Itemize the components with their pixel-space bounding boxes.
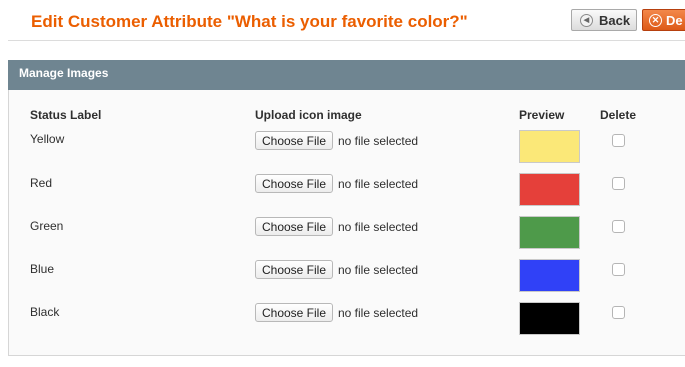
preview-swatch-red [519, 173, 580, 206]
row-label-yellow: Yellow [30, 132, 65, 146]
preview-swatch-yellow [519, 130, 580, 163]
preview-swatch-blue [519, 259, 580, 292]
file-status-yellow: no file selected [338, 134, 419, 148]
choose-file-button-green[interactable]: Choose File [255, 217, 333, 236]
row-label-black: Black [30, 305, 60, 319]
file-status-blue: no file selected [338, 263, 419, 277]
file-status-black: no file selected [338, 306, 419, 320]
header-divider [8, 40, 685, 41]
delete-checkbox-green[interactable] [612, 220, 625, 233]
delete-checkbox-red[interactable] [612, 177, 625, 190]
row-label-red: Red [30, 176, 53, 190]
choose-file-button-yellow[interactable]: Choose File [255, 131, 333, 150]
page: Edit Customer Attribute "What is your fa… [0, 0, 685, 367]
section-header: Manage Images [8, 60, 685, 90]
column-header-upload: Upload icon image [255, 108, 362, 122]
choose-file-button-red[interactable]: Choose File [255, 174, 333, 193]
preview-swatch-green [519, 216, 580, 249]
file-status-red: no file selected [338, 177, 419, 191]
choose-file-button-blue[interactable]: Choose File [255, 260, 333, 279]
row-label-blue: Blue [30, 262, 55, 276]
preview-swatch-black [519, 302, 580, 335]
page-title: Edit Customer Attribute "What is your fa… [31, 12, 468, 31]
delete-checkbox-blue[interactable] [612, 263, 625, 276]
delete-button[interactable]: ✕ De [642, 9, 685, 31]
choose-file-button-black[interactable]: Choose File [255, 303, 333, 322]
column-header-preview: Preview [519, 108, 565, 122]
back-button[interactable]: ◀ Back [571, 9, 637, 31]
back-button-label: Back [599, 12, 631, 28]
column-header-status-label: Status Label [30, 108, 102, 122]
delete-checkbox-black[interactable] [612, 306, 625, 319]
delete-button-label: De [666, 12, 683, 28]
row-label-green: Green [30, 219, 64, 233]
delete-icon: ✕ [649, 13, 662, 27]
delete-checkbox-yellow[interactable] [612, 134, 625, 147]
file-status-green: no file selected [338, 220, 419, 234]
section-title: Manage Images [19, 66, 109, 80]
column-header-delete: Delete [600, 108, 637, 122]
back-arrow-icon: ◀ [580, 13, 593, 27]
